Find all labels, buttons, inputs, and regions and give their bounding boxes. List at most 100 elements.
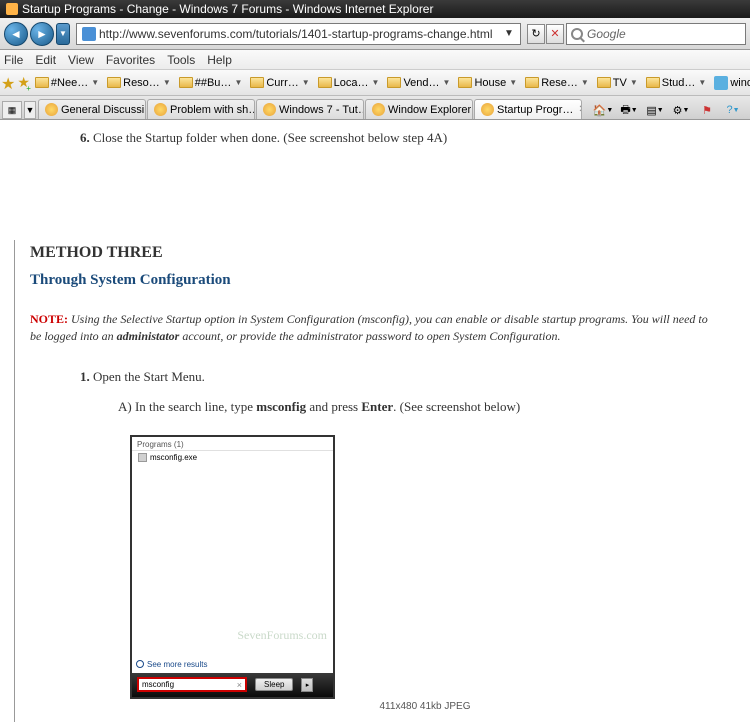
- bookmark-item[interactable]: Reso…▼: [104, 75, 174, 91]
- browser-tab[interactable]: Window Explorer…: [365, 99, 473, 119]
- home-button[interactable]: 🏠▼: [592, 101, 614, 119]
- embedded-screenshot[interactable]: Programs (1) msconfig.exe SevenForums.co…: [130, 435, 720, 712]
- screenshot-frame: Programs (1) msconfig.exe SevenForums.co…: [130, 435, 335, 699]
- bookmark-item[interactable]: wind…: [711, 74, 750, 92]
- start-search-field: msconfig ×: [137, 677, 247, 692]
- quick-tabs-button[interactable]: ▦: [2, 101, 22, 119]
- program-icon: [138, 453, 147, 462]
- folder-icon: [318, 77, 332, 88]
- forward-button[interactable]: ►: [30, 22, 54, 46]
- tab-icon: [45, 103, 58, 116]
- browser-tab[interactable]: Problem with sh…: [147, 99, 255, 119]
- step-1a: A) In the search line, type msconfig and…: [30, 399, 720, 415]
- folder-icon: [597, 77, 611, 88]
- screenshot-footer: msconfig × Sleep ▸: [132, 673, 333, 697]
- folder-icon: [525, 77, 539, 88]
- note-paragraph: NOTE: Using the Selective Startup option…: [30, 311, 720, 345]
- bookmark-item[interactable]: ##Bu…▼: [176, 75, 246, 91]
- substep-suffix: . (See screenshot below): [393, 399, 520, 414]
- stop-button[interactable]: ✕: [546, 24, 564, 44]
- step-text: Close the Startup folder when done. (See…: [93, 130, 447, 145]
- menu-file[interactable]: File: [4, 53, 23, 67]
- clear-icon: ×: [237, 680, 242, 690]
- page-button[interactable]: ▤▼: [644, 101, 666, 119]
- menu-view[interactable]: View: [68, 53, 94, 67]
- tab-icon: [372, 103, 385, 116]
- print-button[interactable]: 🖶▼: [618, 101, 640, 119]
- navigation-bar: ◄ ► ▼ http://www.sevenforums.com/tutoria…: [0, 18, 750, 50]
- bookmark-item[interactable]: Loca…▼: [315, 75, 383, 91]
- content-border: [14, 240, 15, 722]
- search-icon: [571, 28, 583, 40]
- help-button[interactable]: ?▼: [722, 101, 744, 119]
- add-favorites-icon[interactable]: ★+: [17, 74, 30, 92]
- bookmark-item[interactable]: Vend…▼: [384, 75, 453, 91]
- screenshot-body: Programs (1) msconfig.exe SevenForums.co…: [132, 437, 333, 673]
- step-number: 1.: [80, 369, 90, 384]
- favicon: [6, 3, 18, 15]
- menu-tools[interactable]: Tools: [167, 53, 195, 67]
- folder-icon: [35, 77, 49, 88]
- substep-mid: and press: [306, 399, 361, 414]
- tools-button[interactable]: ⚑: [696, 101, 718, 119]
- favorites-star-icon[interactable]: ★: [1, 74, 15, 92]
- search-value: msconfig: [142, 680, 174, 689]
- note-text-bold: administator: [117, 329, 180, 343]
- bookmark-item[interactable]: Curr…▼: [247, 75, 312, 91]
- folder-icon: [387, 77, 401, 88]
- address-bar[interactable]: http://www.sevenforums.com/tutorials/140…: [76, 23, 521, 45]
- search-box[interactable]: Google: [566, 23, 746, 45]
- refresh-button[interactable]: ↻: [527, 24, 545, 44]
- method-subtitle: Through System Configuration: [30, 272, 720, 289]
- watermark-text: SevenForums.com: [237, 628, 327, 643]
- tab-bar: ▦ ▼ General Discussi… Problem with sh… W…: [0, 96, 750, 120]
- substep-prefix: A) In the search line, type: [118, 399, 256, 414]
- url-text: http://www.sevenforums.com/tutorials/140…: [99, 27, 500, 41]
- bookmark-item[interactable]: #Nee…▼: [32, 75, 102, 91]
- folder-icon: [250, 77, 264, 88]
- program-name: msconfig.exe: [150, 453, 197, 462]
- sleep-button: Sleep: [255, 678, 293, 691]
- browser-tab[interactable]: General Discussi…: [38, 99, 146, 119]
- step-number: 6.: [80, 130, 90, 145]
- sleep-dropdown: ▸: [301, 678, 313, 692]
- folder-icon: [107, 77, 121, 88]
- folder-icon: [458, 77, 472, 88]
- site-icon: [82, 27, 96, 41]
- menu-help[interactable]: Help: [207, 53, 232, 67]
- nav-dropdown[interactable]: ▼: [56, 23, 70, 45]
- substep-bold1: msconfig: [256, 399, 306, 414]
- bookmarks-bar: ★ ★+ #Nee…▼ Reso…▼ ##Bu…▼ Curr…▼ Loca…▼ …: [0, 70, 750, 96]
- close-tab-icon[interactable]: ✕: [578, 104, 582, 115]
- bookmark-item[interactable]: Rese…▼: [522, 75, 592, 91]
- image-caption: 411x480 41kb JPEG: [130, 699, 720, 712]
- safety-button[interactable]: ⚙▼: [670, 101, 692, 119]
- menu-bar: File Edit View Favorites Tools Help: [0, 50, 750, 70]
- search-placeholder: Google: [587, 27, 626, 41]
- tab-icon: [154, 103, 167, 116]
- tab-icon: [481, 103, 494, 116]
- address-dropdown[interactable]: ▼: [500, 28, 518, 39]
- folder-icon: [179, 77, 193, 88]
- step-text: Open the Start Menu.: [93, 369, 205, 384]
- tab-tools-right: 🏠▼ 🖶▼ ▤▼ ⚙▼ ⚑ ?▼: [592, 101, 748, 119]
- menu-edit[interactable]: Edit: [35, 53, 56, 67]
- window-title: Startup Programs - Change - Windows 7 Fo…: [22, 2, 433, 16]
- page-content: 6. Close the Startup folder when done. (…: [0, 120, 750, 722]
- note-text-post: account, or provide the administrator pa…: [179, 329, 560, 343]
- program-list-item: msconfig.exe: [132, 451, 333, 464]
- back-button[interactable]: ◄: [4, 22, 28, 46]
- search-icon: [136, 660, 144, 668]
- menu-favorites[interactable]: Favorites: [106, 53, 155, 67]
- bookmark-item[interactable]: TV▼: [594, 75, 641, 91]
- step-6: 6. Close the Startup folder when done. (…: [30, 130, 720, 146]
- substep-bold2: Enter: [361, 399, 393, 414]
- bookmark-item[interactable]: Stud…▼: [643, 75, 710, 91]
- programs-header: Programs (1): [132, 437, 333, 451]
- browser-tab[interactable]: Windows 7 - Tut…: [256, 99, 364, 119]
- tab-list-dropdown[interactable]: ▼: [24, 101, 36, 119]
- browser-tab-active[interactable]: Startup Progr…✕: [474, 99, 582, 119]
- bookmark-item[interactable]: House▼: [455, 75, 520, 91]
- tab-icon: [263, 103, 276, 116]
- note-label: NOTE:: [30, 312, 68, 326]
